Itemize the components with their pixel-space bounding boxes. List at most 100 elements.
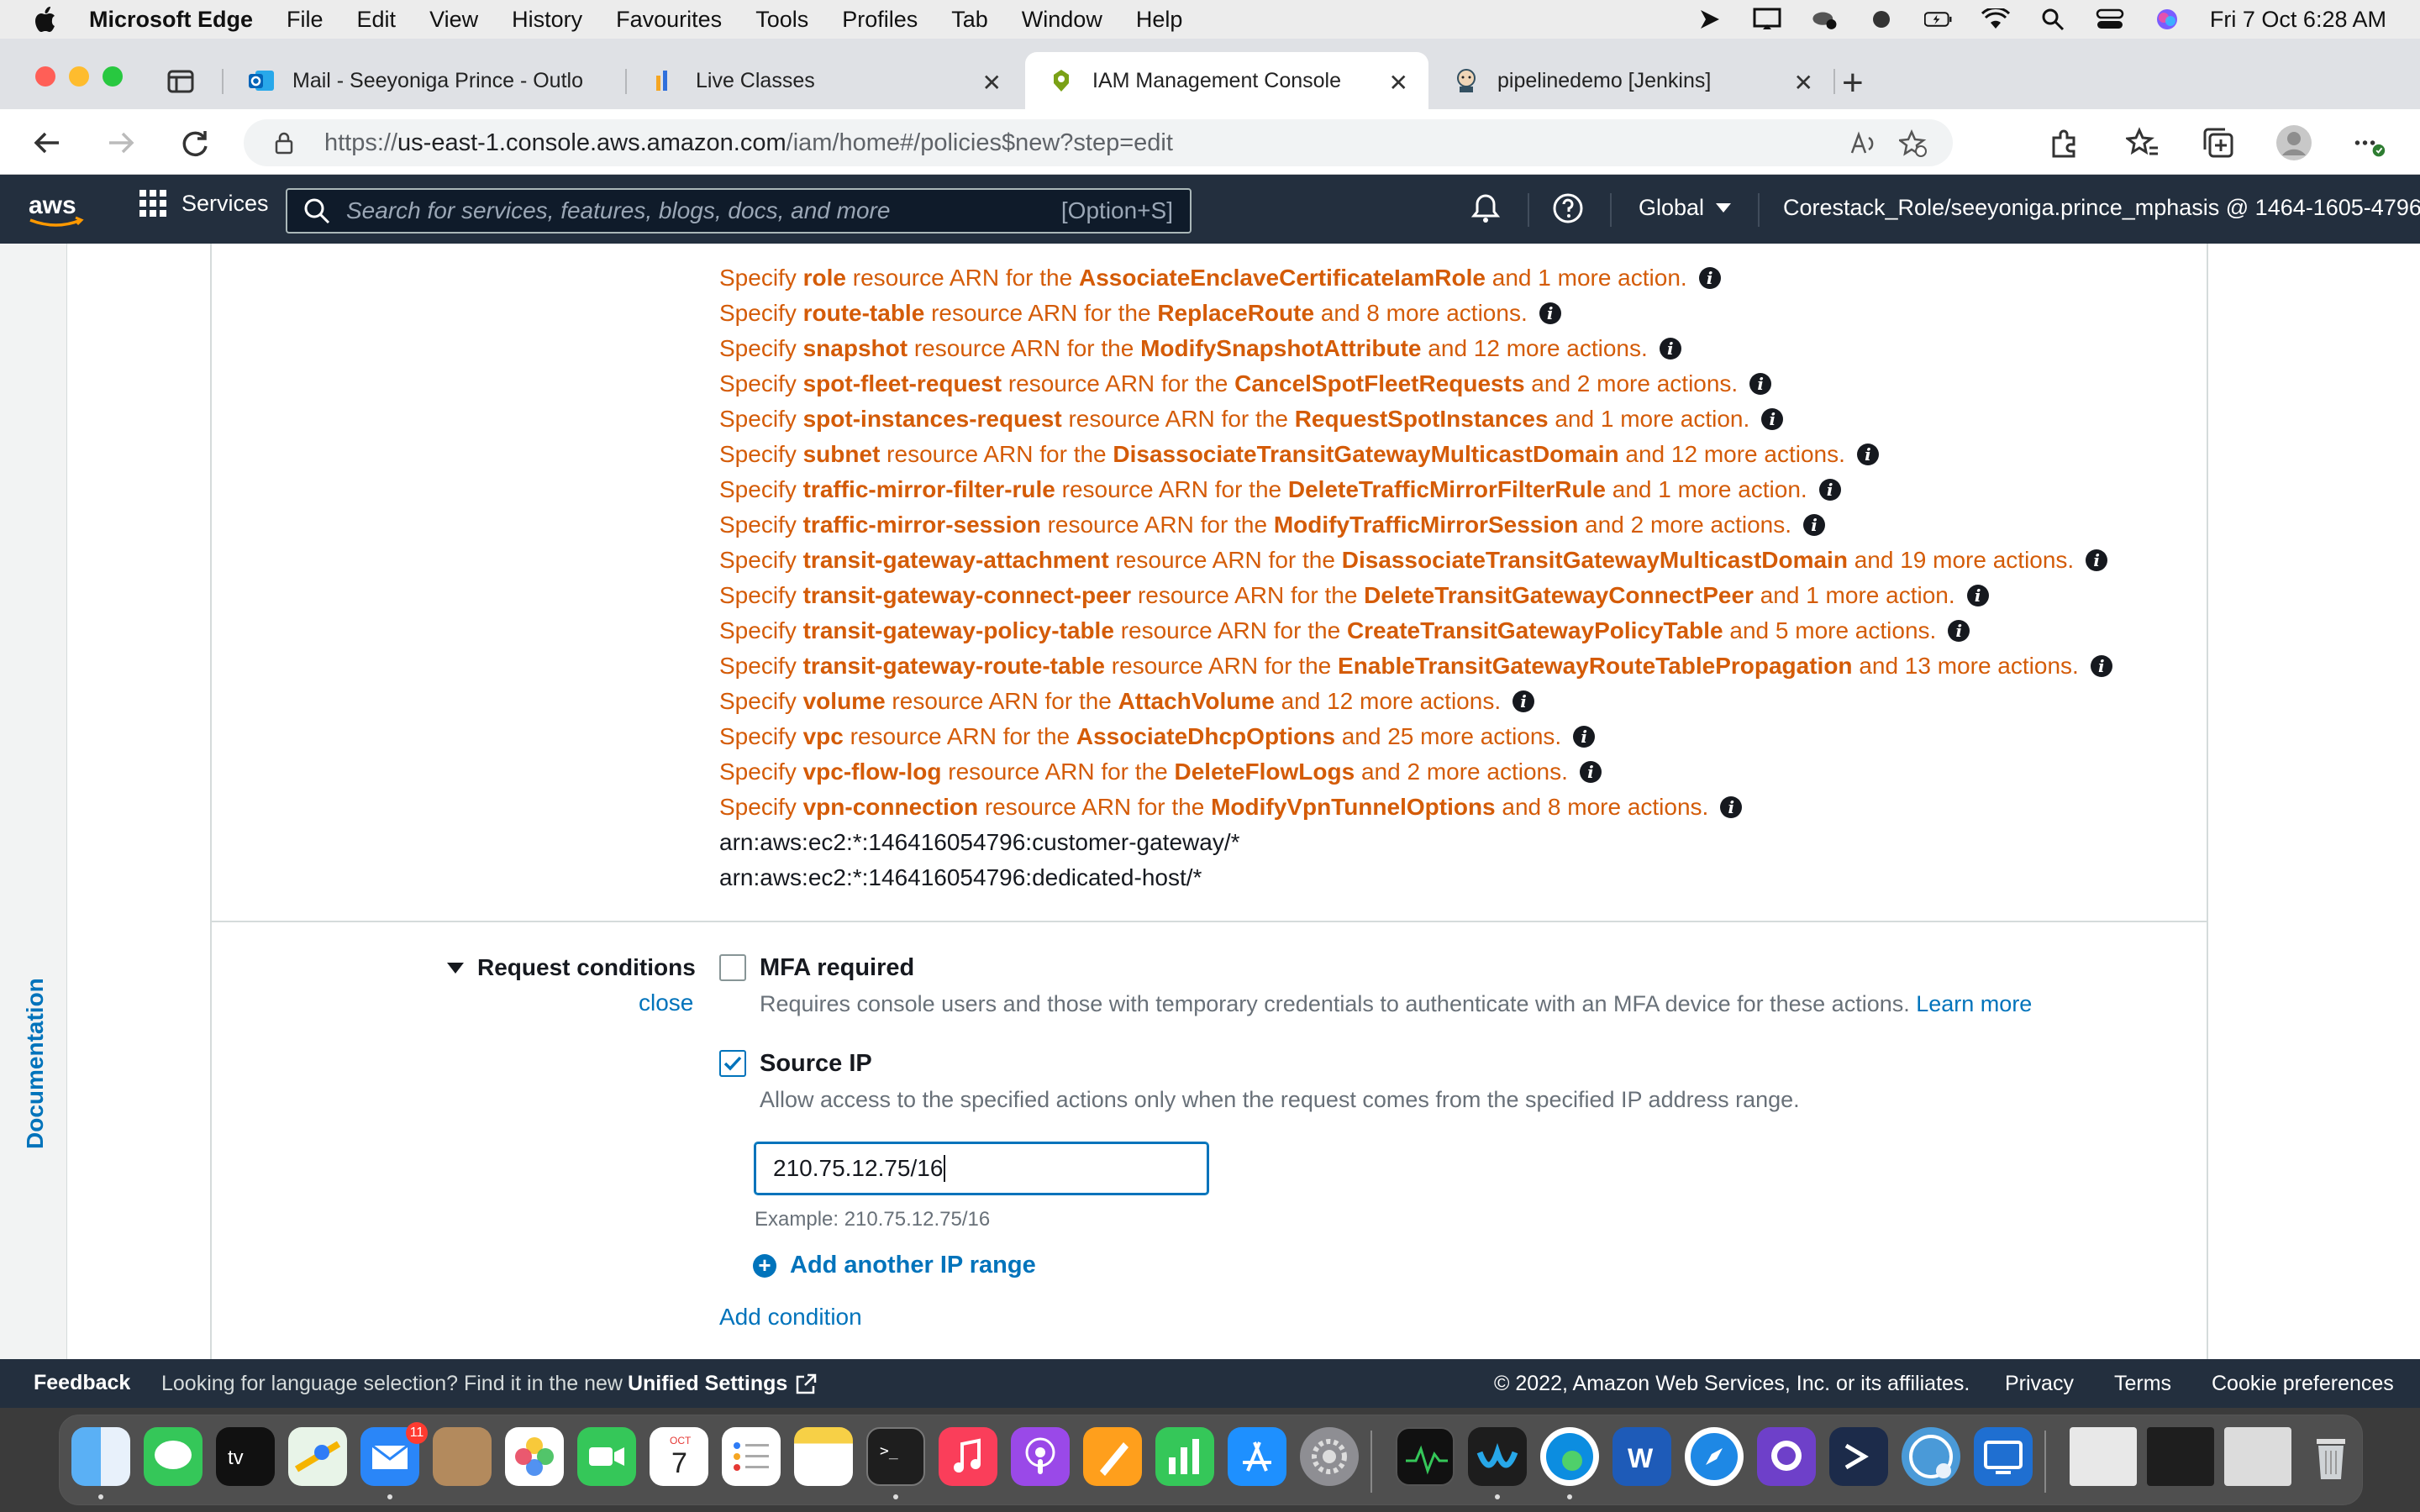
screen-sharing-icon[interactable] <box>1902 1427 1960 1486</box>
read-aloud-icon[interactable] <box>1849 129 1877 158</box>
terminal-icon[interactable]: >_ <box>866 1427 925 1486</box>
activity-monitor-icon[interactable] <box>1396 1427 1455 1486</box>
tab-actions-icon[interactable] <box>166 69 195 94</box>
word-icon[interactable]: W <box>1612 1427 1671 1486</box>
system-preferences-icon[interactable] <box>1300 1427 1359 1486</box>
privacy-link[interactable]: Privacy <box>2005 1372 2074 1396</box>
mfa-required-label[interactable]: MFA required <box>760 954 914 982</box>
trash-icon[interactable] <box>2302 1427 2360 1486</box>
extensions-icon[interactable] <box>2047 126 2081 160</box>
maps-icon[interactable] <box>288 1427 347 1486</box>
services-menu-button[interactable]: Services <box>139 190 269 217</box>
webex-icon[interactable] <box>1468 1427 1527 1486</box>
numbers-icon[interactable] <box>1155 1427 1214 1486</box>
refresh-icon[interactable] <box>178 126 212 160</box>
feedback-link[interactable]: Feedback <box>34 1371 130 1395</box>
recent-window-thumbnail[interactable] <box>2224 1427 2291 1486</box>
info-icon[interactable]: i <box>1720 796 1743 818</box>
menu-window[interactable]: Window <box>1022 7 1102 33</box>
info-icon[interactable]: i <box>1948 620 1970 642</box>
menu-help[interactable]: Help <box>1136 7 1183 33</box>
info-icon[interactable]: i <box>1749 373 1772 395</box>
settings-more-icon[interactable] <box>2353 126 2386 160</box>
info-icon[interactable]: i <box>1659 338 1681 360</box>
close-conditions-link[interactable]: close <box>639 990 693 1016</box>
add-condition-link[interactable]: Add condition <box>719 1304 862 1331</box>
cloud-sync-icon[interactable] <box>1810 7 1839 32</box>
contacts-icon[interactable] <box>433 1427 492 1486</box>
menu-history[interactable]: History <box>512 7 582 33</box>
notifications-bell-icon[interactable] <box>1469 192 1502 225</box>
info-icon[interactable]: i <box>1818 479 1841 501</box>
run-shortcut-icon[interactable] <box>1696 7 1724 32</box>
source-ip-input[interactable]: 210.75.12.75/16 <box>755 1142 1208 1194</box>
notes-icon[interactable] <box>794 1427 853 1486</box>
favourites-icon[interactable] <box>2126 126 2160 160</box>
battery-icon[interactable] <box>1923 7 1953 32</box>
photos-icon[interactable] <box>505 1427 564 1486</box>
menu-view[interactable]: View <box>429 7 478 33</box>
region-selector[interactable]: Global <box>1639 195 1732 221</box>
recent-window-thumbnail[interactable] <box>2147 1427 2214 1486</box>
info-icon[interactable]: i <box>1573 726 1596 748</box>
add-favourite-icon[interactable] <box>1899 129 1928 158</box>
close-tab-icon[interactable]: ✕ <box>982 69 1002 97</box>
aws-logo-icon[interactable]: aws <box>27 190 86 230</box>
dark-app-icon[interactable] <box>1867 7 1896 32</box>
request-conditions-toggle[interactable]: Request conditions <box>447 954 696 981</box>
info-icon[interactable]: i <box>1856 444 1879 465</box>
profile-avatar-icon[interactable] <box>2275 124 2312 161</box>
tab-outlook-mail[interactable]: Mail - Seeyoniga Prince - Outlo <box>225 52 623 109</box>
help-circle-icon[interactable] <box>1551 192 1585 225</box>
pages-icon[interactable] <box>1083 1427 1142 1486</box>
url-field[interactable]: https://us-east-1.console.aws.amazon.com… <box>244 119 1953 166</box>
music-icon[interactable] <box>939 1427 997 1486</box>
learn-more-link[interactable]: Learn more <box>1916 991 2032 1016</box>
back-arrow-icon[interactable] <box>30 126 64 160</box>
info-icon[interactable]: i <box>2086 549 2108 571</box>
info-icon[interactable]: i <box>1803 514 1826 536</box>
menu-clock[interactable]: Fri 7 Oct 6:28 AM <box>2210 7 2386 33</box>
new-tab-button[interactable]: + <box>1842 62 1864 104</box>
github-desktop-icon[interactable] <box>1757 1427 1816 1486</box>
info-icon[interactable]: i <box>2090 655 2112 677</box>
zoom-window-button[interactable] <box>103 66 123 87</box>
menu-profiles[interactable]: Profiles <box>842 7 918 33</box>
mfa-required-checkbox[interactable] <box>719 954 746 981</box>
menu-file[interactable]: File <box>287 7 324 33</box>
facetime-icon[interactable] <box>577 1427 636 1486</box>
info-icon[interactable]: i <box>1966 585 1989 606</box>
tab-iam-console[interactable]: IAM Management Console ✕ <box>1025 52 1428 109</box>
apple-menu-icon[interactable] <box>34 6 57 33</box>
menu-edit[interactable]: Edit <box>357 7 397 33</box>
info-icon[interactable]: i <box>1698 267 1721 289</box>
app-store-icon[interactable] <box>1228 1427 1286 1486</box>
forward-arrow-icon[interactable] <box>104 126 138 160</box>
external-link-icon[interactable] <box>794 1373 818 1396</box>
info-icon[interactable]: i <box>1761 408 1784 430</box>
close-tab-icon[interactable]: ✕ <box>1389 69 1408 97</box>
unified-settings-link[interactable]: Unified Settings <box>628 1372 787 1396</box>
messages-icon[interactable] <box>144 1427 203 1486</box>
aws-search-input[interactable]: Search for services, features, blogs, do… <box>286 188 1192 234</box>
reminders-icon[interactable] <box>722 1427 781 1486</box>
terms-link[interactable]: Terms <box>2114 1372 2171 1396</box>
calendar-icon[interactable]: OCT 7 <box>650 1427 708 1486</box>
info-icon[interactable]: i <box>1579 761 1602 783</box>
screen-mirror-icon[interactable] <box>1753 7 1781 32</box>
edge-browser-icon[interactable] <box>1540 1427 1599 1486</box>
close-window-button[interactable] <box>35 66 55 87</box>
podcasts-icon[interactable] <box>1011 1427 1070 1486</box>
minimize-window-button[interactable] <box>69 66 89 87</box>
add-ip-range-button[interactable]: + Add another IP range <box>753 1252 1036 1279</box>
cookie-preferences-link[interactable]: Cookie preferences <box>2212 1372 2394 1396</box>
menu-app-name[interactable]: Microsoft Edge <box>89 7 253 33</box>
safari-icon[interactable] <box>1685 1427 1744 1486</box>
account-menu[interactable]: Corestack_Role/seeyoniga.prince_mphasis … <box>1783 195 2420 221</box>
info-icon[interactable]: i <box>1539 302 1561 324</box>
tab-live-classes[interactable]: Live Classes ✕ <box>629 52 1022 109</box>
info-icon[interactable]: i <box>1512 690 1535 712</box>
wifi-icon[interactable] <box>1981 7 2010 32</box>
tab-jenkins[interactable]: pipelinedemo [Jenkins] ✕ <box>1430 52 1833 109</box>
close-tab-icon[interactable]: ✕ <box>1794 69 1813 97</box>
